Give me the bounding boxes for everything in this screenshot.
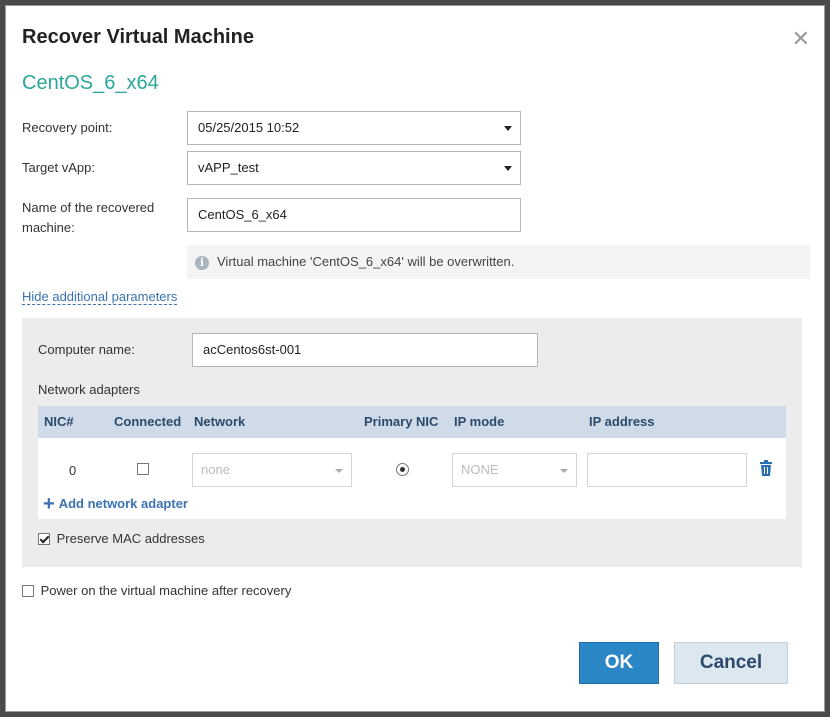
- column-header-connected: Connected: [114, 414, 182, 429]
- preserve-mac-checkbox[interactable]: [38, 533, 50, 545]
- add-network-adapter-button[interactable]: + Add network adapter: [43, 493, 188, 516]
- vm-name-heading: CentOS_6_x64: [22, 72, 159, 94]
- network-select[interactable]: none: [192, 453, 352, 487]
- add-network-adapter-label: Add network adapter: [58, 496, 188, 511]
- ip-address-input[interactable]: [587, 453, 747, 487]
- recovery-point-label: Recovery point:: [22, 120, 113, 135]
- toggle-params-wrap: Hide additional parameters: [22, 289, 178, 305]
- trash-icon[interactable]: [759, 460, 773, 479]
- target-vapp-value: vAPP_test: [198, 160, 259, 175]
- info-message-box: i Virtual machine 'CentOS_6_x64' will be …: [187, 245, 810, 279]
- ok-button[interactable]: OK: [579, 642, 659, 684]
- power-on-checkbox[interactable]: [22, 585, 34, 597]
- recovery-point-select[interactable]: 05/25/2015 10:52: [187, 111, 521, 145]
- computer-name-input[interactable]: acCentos6st-001: [192, 333, 538, 367]
- computer-name-value: acCentos6st-001: [203, 342, 302, 357]
- chevron-down-icon: [504, 166, 512, 171]
- ip-mode-select[interactable]: NONE: [452, 453, 577, 487]
- table-row: 0 none NONE: [38, 438, 786, 487]
- network-table-header: NIC# Connected Network Primary NIC IP mo…: [38, 406, 786, 438]
- dialog-title: Recover Virtual Machine: [22, 26, 254, 48]
- target-vapp-label: Target vApp:: [22, 160, 95, 175]
- nic-number: 0: [69, 463, 77, 478]
- chevron-down-icon: [335, 469, 343, 473]
- info-message: Virtual machine 'CentOS_6_x64' will be o…: [217, 254, 515, 269]
- chevron-down-icon: [504, 126, 512, 131]
- target-vapp-select[interactable]: vAPP_test: [187, 151, 521, 185]
- recovered-name-value: CentOS_6_x64: [198, 207, 287, 222]
- connected-checkbox[interactable]: [137, 463, 149, 475]
- preserve-mac-row: Preserve MAC addresses: [38, 531, 205, 546]
- network-select-value: none: [201, 462, 230, 477]
- power-on-label: Power on the virtual machine after recov…: [40, 583, 292, 598]
- close-icon[interactable]: ✕: [792, 28, 810, 50]
- column-header-ip-address: IP address: [589, 414, 655, 429]
- column-header-ip-mode: IP mode: [454, 414, 505, 429]
- cancel-button[interactable]: Cancel: [674, 642, 788, 684]
- hide-additional-parameters-link[interactable]: Hide additional parameters: [22, 289, 178, 305]
- chevron-down-icon: [560, 469, 568, 473]
- ip-mode-value: NONE: [461, 462, 499, 477]
- network-adapters-label: Network adapters: [38, 382, 140, 397]
- recover-vm-dialog: Recover Virtual Machine ✕ CentOS_6_x64 R…: [5, 5, 825, 712]
- computer-name-label: Computer name:: [38, 342, 135, 357]
- column-header-nic: NIC#: [44, 414, 74, 429]
- recovery-point-value: 05/25/2015 10:52: [198, 120, 300, 135]
- column-header-primary-nic: Primary NIC: [364, 414, 439, 429]
- plus-icon: +: [43, 493, 55, 515]
- preserve-mac-label: Preserve MAC addresses: [56, 531, 205, 546]
- primary-nic-radio[interactable]: [396, 463, 409, 476]
- power-on-row: Power on the virtual machine after recov…: [22, 583, 291, 598]
- column-header-network: Network: [194, 414, 246, 429]
- recovered-name-label: Name of the recovered machine:: [22, 200, 155, 235]
- info-icon: i: [195, 255, 209, 270]
- recovered-name-input[interactable]: CentOS_6_x64: [187, 198, 521, 232]
